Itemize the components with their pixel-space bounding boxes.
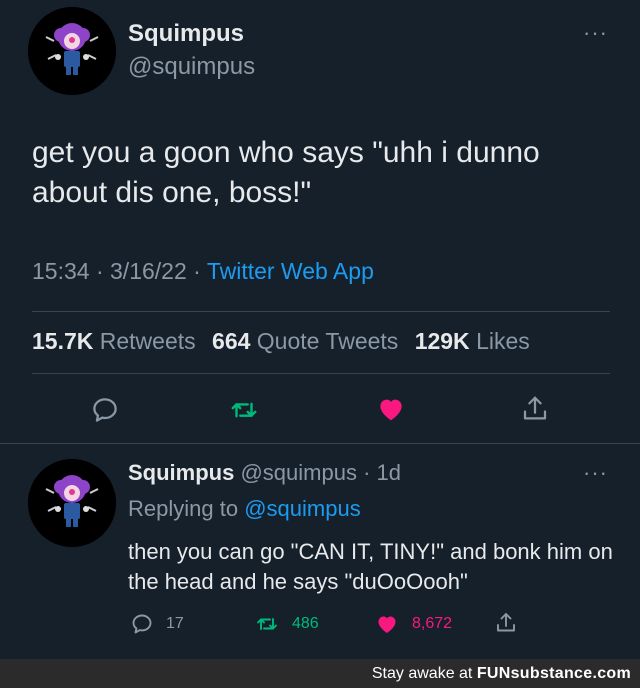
share-icon <box>497 613 515 632</box>
quotes-label: Quote Tweets <box>256 328 399 354</box>
retweets-stat[interactable]: 15.7K Retweets <box>32 328 196 354</box>
divider <box>32 373 610 374</box>
reply-icon <box>93 398 117 422</box>
reply-icon <box>132 614 152 634</box>
watermark-bar: Stay awake at FUNsubstance.com <box>0 659 640 688</box>
reply-button[interactable] <box>90 395 120 425</box>
retweet-icon <box>231 402 257 418</box>
likes-label: Likes <box>476 328 530 354</box>
tweet-text: get you a goon who says "uhh i dunno abo… <box>32 136 540 209</box>
share-icon <box>523 396 547 420</box>
user-handle[interactable]: @squimpus <box>128 53 255 81</box>
avatar-image <box>28 7 116 95</box>
meta-separator: · <box>95 258 104 284</box>
display-name[interactable]: Squimpus <box>128 20 244 48</box>
avatar-image <box>28 459 116 547</box>
more-icon[interactable]: ··· <box>583 462 608 484</box>
reply-retweet-button[interactable]: 486 <box>254 612 319 636</box>
heart-icon <box>378 616 396 633</box>
tweet-stats: 15.7K Retweets 664 Quote Tweets 129K Lik… <box>32 328 530 355</box>
watermark-prefix: Stay awake at <box>371 665 473 682</box>
reply-header: Squimpus @squimpus · 1d <box>128 460 401 486</box>
avatar[interactable] <box>28 459 116 547</box>
retweet-button[interactable] <box>228 395 260 425</box>
like-button[interactable] <box>375 394 407 424</box>
reply-age[interactable]: 1d <box>377 460 401 485</box>
replying-to: Replying to @squimpus <box>128 496 361 522</box>
retweets-count: 15.7K <box>32 328 94 354</box>
quotes-stat[interactable]: 664 Quote Tweets <box>212 328 398 354</box>
avatar[interactable] <box>28 7 116 95</box>
divider <box>0 443 640 444</box>
reply-display-name[interactable]: Squimpus <box>128 460 234 485</box>
tweet-source[interactable]: Twitter Web App <box>207 258 374 284</box>
retweet-count: 486 <box>292 615 319 632</box>
tweet-time[interactable]: 15:34 <box>32 258 90 284</box>
retweet-icon <box>257 618 277 630</box>
tweet-meta: 15:34 · 3/16/22 · Twitter Web App <box>32 258 374 285</box>
heart-icon <box>380 399 402 421</box>
reply-text: then you can go "CAN IT, TINY!" and bonk… <box>128 539 613 594</box>
watermark-text: Stay awake at FUNsubstance.com <box>372 665 631 683</box>
share-button[interactable] <box>520 393 550 425</box>
watermark-brand: FUNsubstance.com <box>476 665 631 682</box>
divider <box>32 311 610 312</box>
reply-reply-button[interactable]: 17 <box>130 612 184 636</box>
likes-stat[interactable]: 129K Likes <box>415 328 530 354</box>
more-icon[interactable]: ··· <box>583 22 608 44</box>
reply-separator: · <box>363 460 371 485</box>
tweet-date[interactable]: 3/16/22 <box>110 258 187 284</box>
reply-like-button[interactable]: 8,672 <box>374 612 452 636</box>
reply-share-button[interactable] <box>494 610 518 636</box>
quotes-count: 664 <box>212 328 251 354</box>
reply-count: 17 <box>166 615 184 632</box>
retweets-label: Retweets <box>99 328 196 354</box>
meta-separator: · <box>193 258 201 284</box>
reply-handle[interactable]: @squimpus <box>240 460 357 485</box>
replying-prefix: Replying to <box>128 496 239 521</box>
likes-count: 129K <box>414 328 470 354</box>
replying-to-link[interactable]: @squimpus <box>244 496 361 521</box>
like-count: 8,672 <box>412 615 453 632</box>
